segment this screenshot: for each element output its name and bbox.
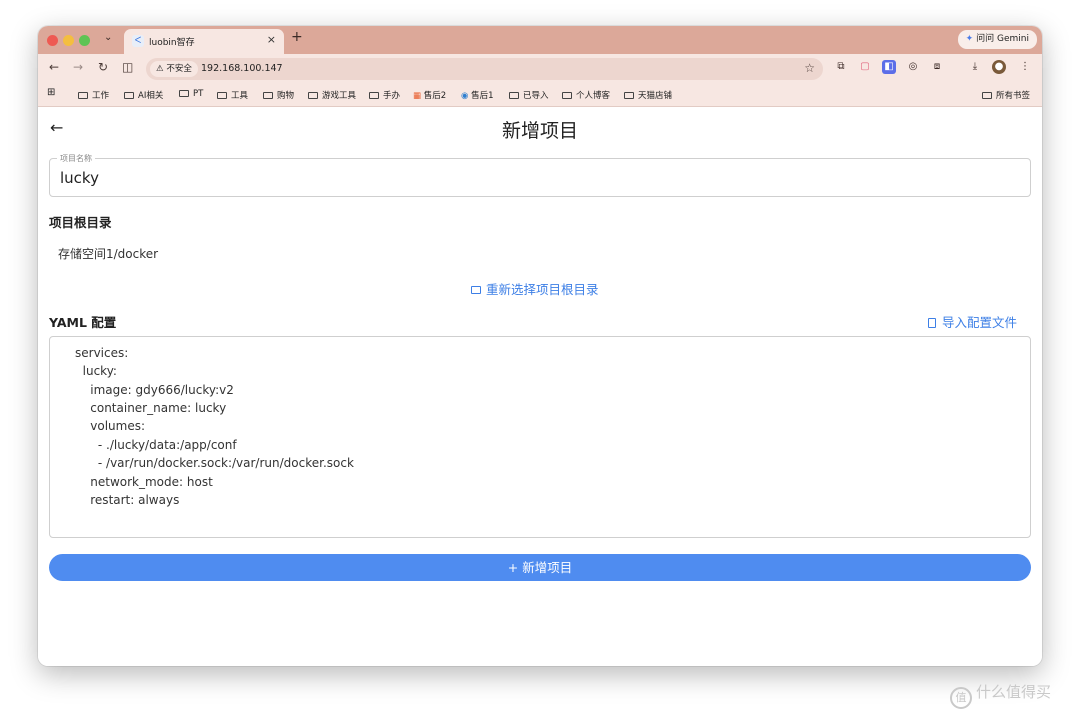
bookmark-folder[interactable]: 个人博客 bbox=[562, 89, 610, 101]
yaml-heading: YAML 配置 bbox=[49, 315, 117, 330]
microsoft-icon: ▦ bbox=[413, 91, 422, 101]
yaml-line: services: bbox=[75, 346, 129, 360]
bookmark-link[interactable]: ◉ 售后1 bbox=[461, 89, 494, 101]
page-title: 新增项目 bbox=[501, 120, 578, 142]
menu-icon[interactable]: ⋮ bbox=[1018, 60, 1032, 74]
watermark-logo-icon: 值 bbox=[950, 687, 972, 709]
flutter-icon: ᐸ bbox=[132, 35, 144, 47]
tab-strip: ⌄ ᐸ luobin智存 × + ✦ 问问 Gemini bbox=[38, 26, 1042, 54]
extension-icon[interactable]: ⧉ bbox=[834, 60, 848, 74]
extension-icon[interactable]: ◧ bbox=[882, 60, 896, 74]
reload-icon[interactable]: ↻ bbox=[98, 60, 108, 74]
tab-title: luobin智存 bbox=[149, 38, 195, 48]
bookmark-folder[interactable]: 工具 bbox=[217, 89, 248, 101]
yaml-line: network_mode: host bbox=[75, 475, 213, 489]
page-content: ← 新增项目 项目名称 lucky 项目根目录 存储空间1/docker 重新选… bbox=[38, 108, 1042, 666]
folder-icon bbox=[562, 92, 572, 99]
yaml-line: volumes: bbox=[75, 419, 146, 433]
bookmark-folder[interactable]: AI相关 bbox=[124, 89, 163, 101]
gemini-icon: ✦ bbox=[965, 34, 974, 44]
bookmark-star-icon[interactable]: ☆ bbox=[804, 61, 815, 75]
folder-icon bbox=[179, 90, 189, 97]
avatar[interactable]: ● bbox=[992, 60, 1006, 74]
folder-icon bbox=[217, 92, 227, 99]
security-chip[interactable]: ⚠ 不安全 bbox=[150, 61, 198, 77]
folder-icon bbox=[124, 92, 134, 99]
bookmark-folder[interactable]: 手办 bbox=[369, 89, 400, 101]
import-config-button[interactable]: 导入配置文件 bbox=[928, 312, 1017, 331]
reselect-root-dir-button[interactable]: 重新选择项目根目录 bbox=[471, 279, 599, 298]
file-icon bbox=[928, 318, 936, 328]
globe-icon: ◉ bbox=[461, 91, 469, 101]
folder-icon bbox=[509, 92, 519, 99]
bookmarks-bar: ⊞ 工作 AI相关 PT 工具 购物 游戏工具 手办 ▦ 售后2 ◉ 售后1 已… bbox=[38, 83, 1042, 107]
bookmark-folder[interactable]: PT bbox=[179, 89, 203, 99]
active-tab[interactable]: ᐸ luobin智存 × bbox=[124, 29, 284, 54]
yaml-line: lucky: bbox=[75, 364, 117, 378]
watermark-text: 什么值得买 bbox=[976, 683, 1052, 701]
bookmark-folder[interactable]: 工作 bbox=[78, 89, 109, 101]
side-panel-icon[interactable]: ◫ bbox=[122, 60, 133, 74]
forward-icon[interactable]: → bbox=[73, 60, 83, 74]
back-icon[interactable]: ← bbox=[49, 60, 59, 74]
folder-icon bbox=[263, 92, 273, 99]
bookmark-link[interactable]: ▦ 售后2 bbox=[413, 89, 446, 101]
add-project-button[interactable]: + 新增项目 bbox=[49, 554, 1031, 581]
yaml-line: image: gdy666/lucky:v2 bbox=[75, 383, 234, 397]
maximize-window-button[interactable] bbox=[79, 35, 90, 46]
folder-icon bbox=[982, 92, 992, 99]
all-bookmarks[interactable]: 所有书签 bbox=[982, 89, 1030, 101]
yaml-editor[interactable]: services: lucky: image: gdy666/lucky:v2 … bbox=[49, 336, 1031, 538]
extension-icon[interactable]: ▢ bbox=[858, 60, 872, 74]
apps-grid-icon[interactable]: ⊞ bbox=[47, 87, 55, 98]
download-icon[interactable]: ⤓ bbox=[968, 60, 982, 74]
tab-search-icon[interactable]: ⌄ bbox=[104, 32, 112, 43]
security-label: 不安全 bbox=[166, 64, 192, 74]
import-label: 导入配置文件 bbox=[942, 315, 1018, 330]
gemini-button[interactable]: ✦ 问问 Gemini bbox=[957, 30, 1037, 49]
yaml-line: container_name: lucky bbox=[75, 401, 227, 415]
yaml-line: - /var/run/docker.sock:/var/run/docker.s… bbox=[75, 456, 354, 470]
reselect-label: 重新选择项目根目录 bbox=[486, 282, 599, 297]
bookmark-folder[interactable]: 购物 bbox=[263, 89, 294, 101]
project-name-field[interactable]: 项目名称 lucky bbox=[49, 153, 1031, 197]
close-icon[interactable]: × bbox=[267, 33, 276, 46]
new-tab-button[interactable]: + bbox=[291, 29, 303, 45]
root-dir-heading: 项目根目录 bbox=[49, 215, 112, 230]
project-name-value[interactable]: lucky bbox=[60, 169, 99, 187]
extension-icon[interactable]: ◎ bbox=[906, 60, 920, 74]
bookmark-folder[interactable]: 已导入 bbox=[509, 89, 549, 101]
watermark: 值什么值得买 bbox=[950, 681, 1051, 709]
project-name-label: 项目名称 bbox=[57, 153, 95, 164]
folder-icon bbox=[369, 92, 379, 99]
puzzle-icon[interactable]: ⧈ bbox=[930, 60, 944, 74]
folder-icon bbox=[471, 286, 481, 294]
browser-toolbar: ← → ↻ ◫ ⚠ 不安全 192.168.100.147 ☆ ⧉ ▢ ◧ ◎ … bbox=[38, 54, 1042, 83]
folder-icon bbox=[78, 92, 88, 99]
folder-icon bbox=[308, 92, 318, 99]
address-bar[interactable]: ⚠ 不安全 192.168.100.147 ☆ bbox=[146, 58, 823, 80]
yaml-line: - ./lucky/data:/app/conf bbox=[75, 438, 237, 452]
yaml-line: restart: always bbox=[75, 493, 180, 507]
gemini-label: 问问 Gemini bbox=[976, 34, 1029, 44]
minimize-window-button[interactable] bbox=[63, 35, 74, 46]
bookmark-folder[interactable]: 天猫店铺 bbox=[624, 89, 672, 101]
bookmark-folder[interactable]: 游戏工具 bbox=[308, 89, 356, 101]
root-dir-value: 存储空间1/docker bbox=[58, 247, 159, 261]
browser-window: ⌄ ᐸ luobin智存 × + ✦ 问问 Gemini ← → ↻ ◫ ⚠ 不安… bbox=[38, 26, 1042, 666]
folder-icon bbox=[624, 92, 634, 99]
close-window-button[interactable] bbox=[47, 35, 58, 46]
url-text[interactable]: 192.168.100.147 bbox=[201, 63, 283, 74]
